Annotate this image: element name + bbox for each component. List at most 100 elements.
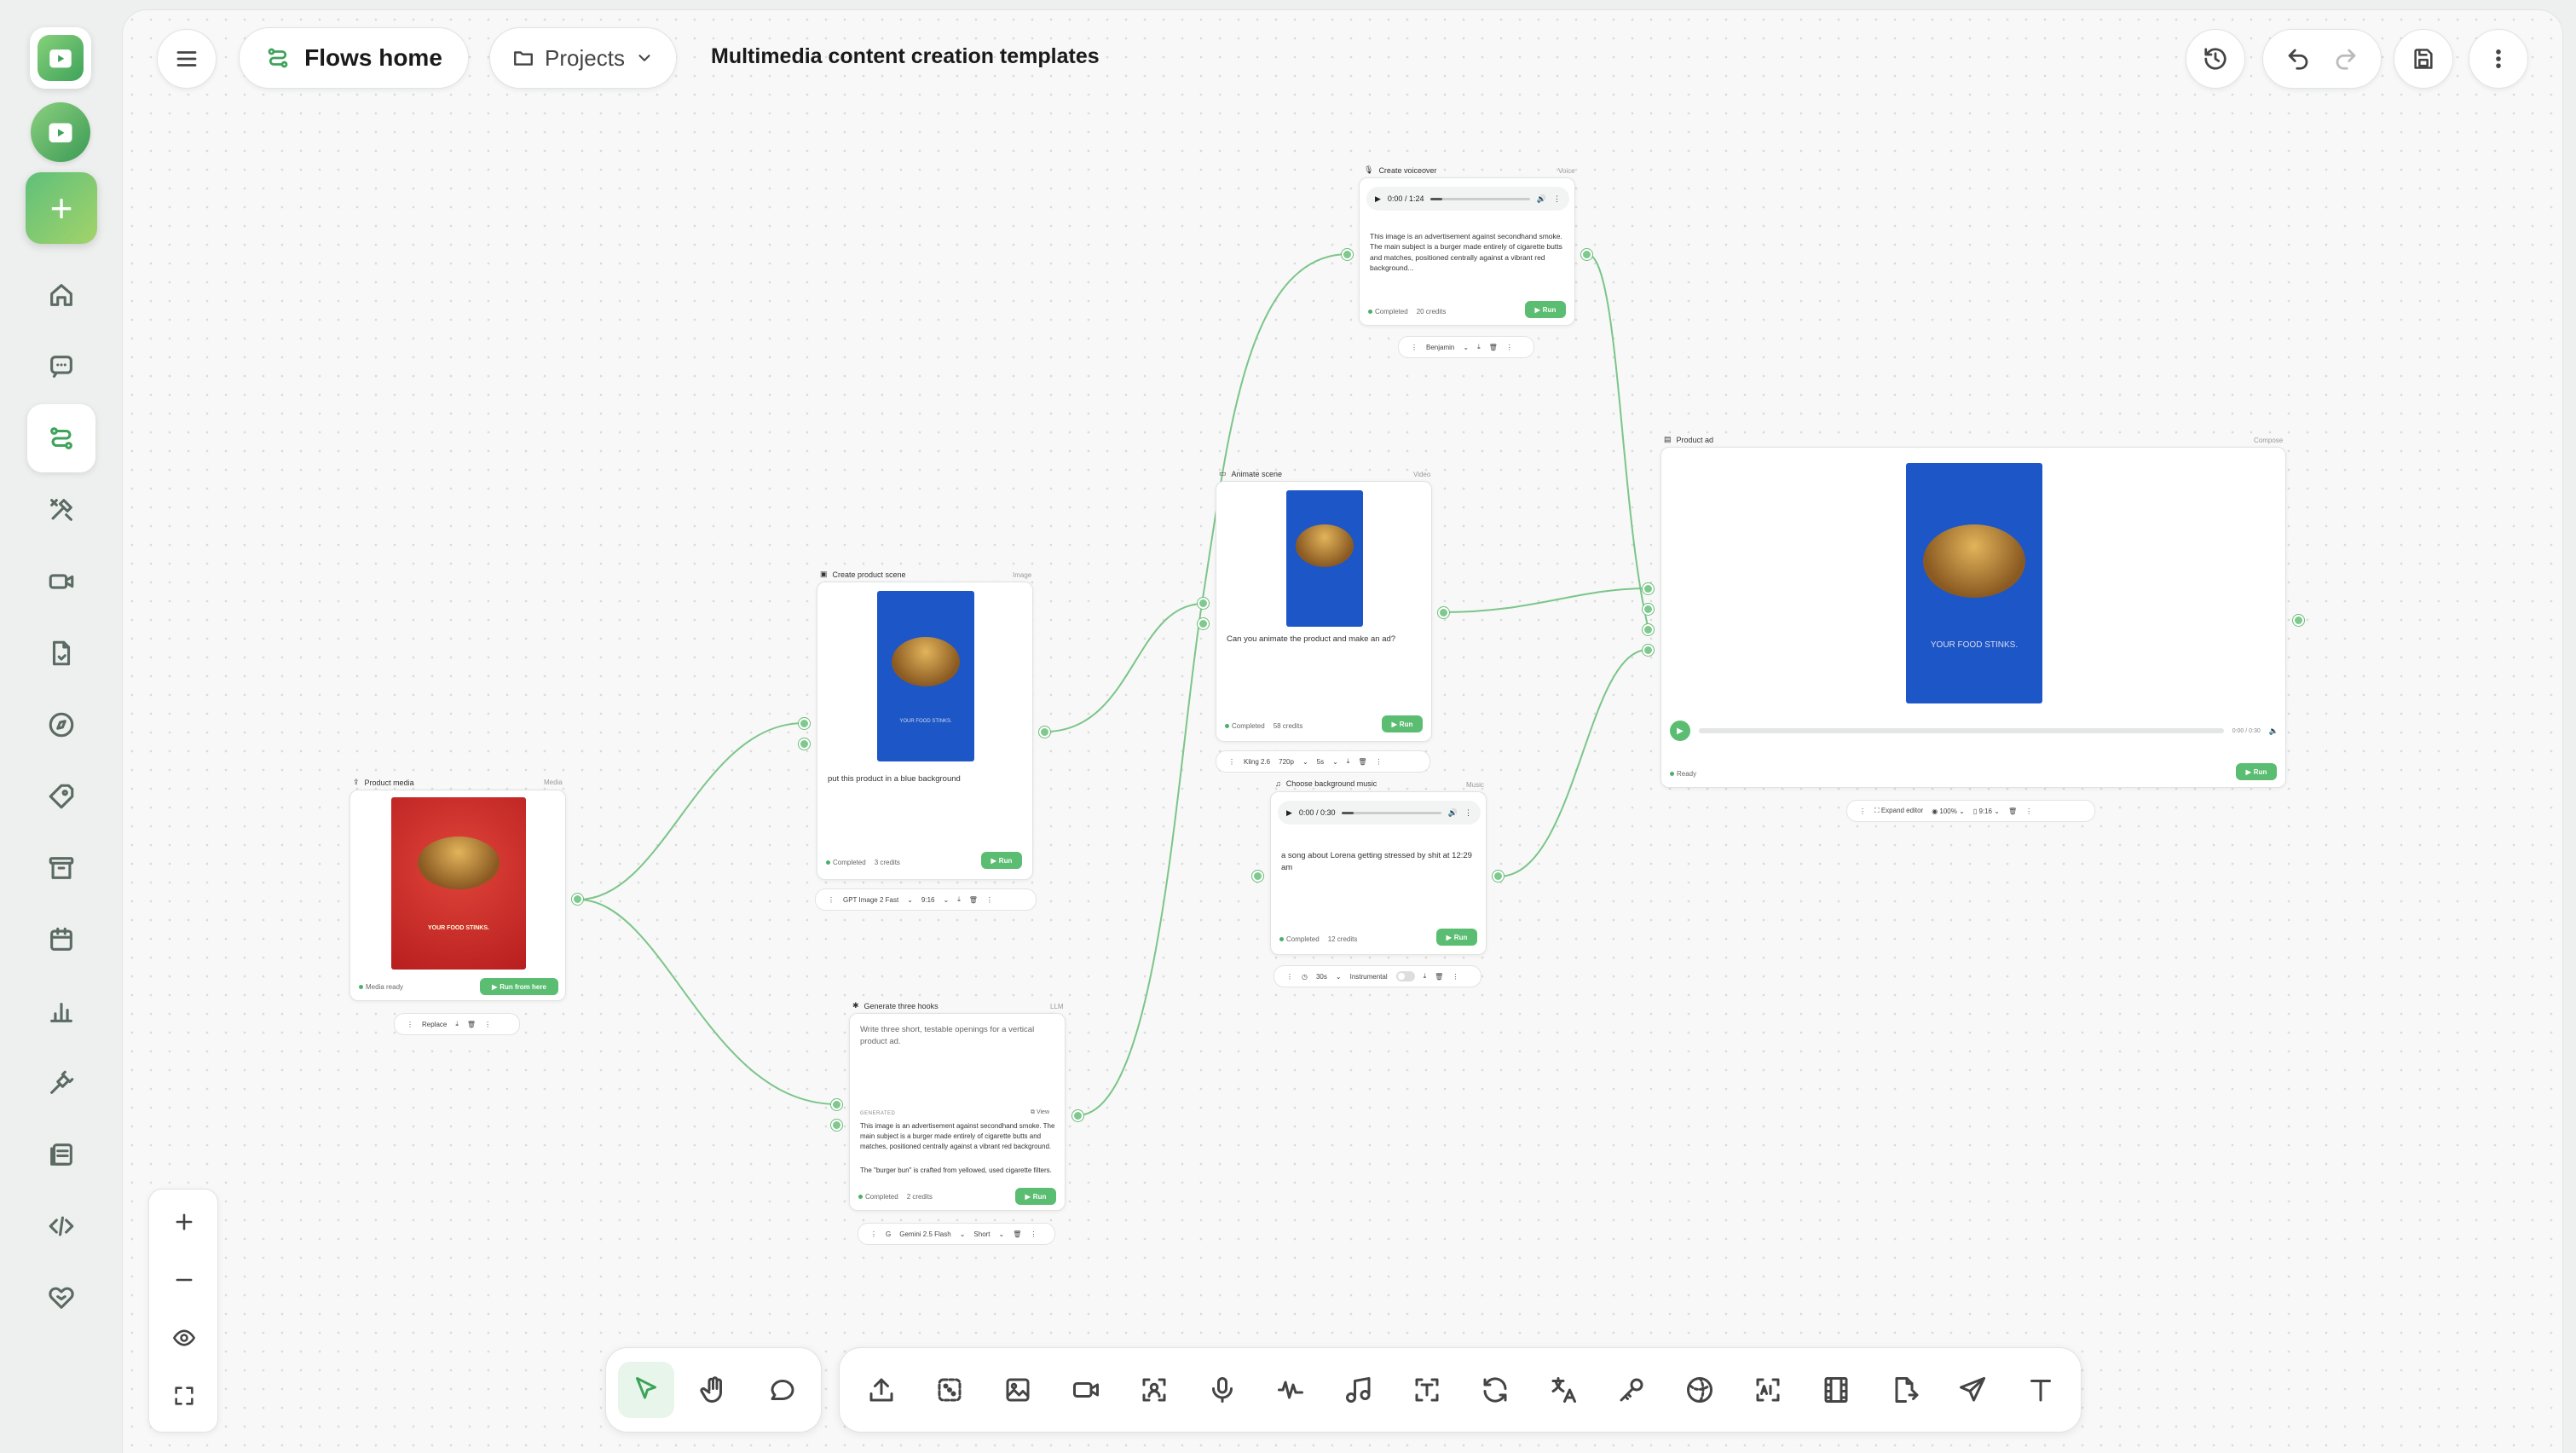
more-icon[interactable]: ⋮: [484, 1021, 491, 1028]
video-tool[interactable]: [1058, 1362, 1114, 1418]
input-port[interactable]: [1342, 249, 1353, 260]
product-media-node[interactable]: YOUR FOOD STINKS. Media ready ▶ Run from …: [349, 790, 566, 1001]
menu-button[interactable]: [157, 29, 217, 89]
background-music-node[interactable]: ▶ 0:00 / 0:30 🔊 ⋮ a song about Lorena ge…: [1270, 791, 1487, 955]
pan-tool[interactable]: [686, 1362, 742, 1418]
input-port[interactable]: [1643, 583, 1654, 594]
output-port[interactable]: [2293, 615, 2304, 626]
length-selector[interactable]: Short: [973, 1230, 990, 1238]
download-icon[interactable]: ⤓: [1347, 757, 1350, 766]
upload-tool[interactable]: [853, 1362, 910, 1418]
key-tool[interactable]: [1603, 1362, 1660, 1418]
run-button[interactable]: ▶ Run: [1525, 301, 1566, 318]
animate-scene-node[interactable]: Can you animate the product and make an …: [1216, 481, 1432, 742]
more-options-button[interactable]: [2469, 29, 2528, 89]
drag-handle-icon[interactable]: ⋮: [828, 896, 835, 904]
export-tool[interactable]: [1876, 1362, 1932, 1418]
comment-tool[interactable]: [754, 1362, 811, 1418]
view-button[interactable]: ⧉ View: [1031, 1109, 1049, 1116]
flows-home-button[interactable]: Flows home: [239, 27, 469, 89]
more-icon[interactable]: ⋮: [1452, 973, 1458, 981]
drag-handle-icon[interactable]: ⋮: [407, 1021, 413, 1028]
expand-editor-button[interactable]: ⛶ Expand editor: [1874, 807, 1923, 815]
trash-icon[interactable]: 🗑: [467, 1021, 476, 1028]
prompt-text[interactable]: Can you animate the product and make an …: [1227, 634, 1423, 645]
random-tool[interactable]: [921, 1362, 978, 1418]
trash-icon[interactable]: 🗑: [1013, 1230, 1021, 1238]
trash-icon[interactable]: 🗑: [1435, 973, 1443, 981]
create-product-scene-node[interactable]: YOUR FOOD STINKS. put this product in a …: [817, 582, 1033, 880]
model-selector[interactable]: Gemini 2.5 Flash: [899, 1230, 950, 1238]
drag-handle-icon[interactable]: ⋮: [1286, 973, 1293, 981]
generate-hooks-node[interactable]: Write three short, testable openings for…: [849, 1013, 1066, 1211]
trash-icon[interactable]: 🗑: [969, 896, 978, 904]
input-port[interactable]: [799, 738, 810, 750]
download-icon[interactable]: ⤓: [1424, 972, 1427, 981]
input-port[interactable]: [1643, 645, 1654, 656]
run-from-here-button[interactable]: ▶ Run from here: [480, 978, 558, 995]
play-button[interactable]: ▶: [1670, 721, 1690, 741]
voice-tool[interactable]: [1194, 1362, 1250, 1418]
redo-icon[interactable]: [2333, 46, 2359, 72]
select-tool[interactable]: [618, 1362, 674, 1418]
ai-detect-tool[interactable]: [1740, 1362, 1796, 1418]
run-button[interactable]: ▶ Run: [1015, 1188, 1056, 1205]
text-extract-tool[interactable]: [1399, 1362, 1455, 1418]
avatar-tool[interactable]: [1126, 1362, 1182, 1418]
audio-tool[interactable]: [1262, 1362, 1319, 1418]
prompt-text[interactable]: put this product in a blue background: [828, 773, 1024, 785]
image-tool[interactable]: [990, 1362, 1046, 1418]
output-port[interactable]: [1438, 607, 1449, 618]
output-port[interactable]: [1072, 1110, 1083, 1121]
input-port[interactable]: [1643, 604, 1654, 615]
publish-tool[interactable]: [1944, 1362, 2001, 1418]
voice-selector[interactable]: Benjamin: [1426, 344, 1454, 351]
trash-icon[interactable]: 🗑: [1489, 344, 1498, 351]
duration-selector[interactable]: 30s: [1316, 973, 1327, 981]
instrumental-toggle[interactable]: [1395, 971, 1415, 981]
film-tool[interactable]: [1808, 1362, 1864, 1418]
video-progress[interactable]: [1699, 728, 2224, 733]
undo-icon[interactable]: [2285, 46, 2311, 72]
download-icon[interactable]: ⤓: [1477, 343, 1481, 351]
audio-player[interactable]: ▶ 0:00 / 0:30 🔊 ⋮: [1278, 801, 1481, 825]
more-icon[interactable]: ⋮: [1030, 1230, 1037, 1238]
drag-handle-icon[interactable]: ⋮: [1228, 758, 1235, 766]
input-port[interactable]: [831, 1099, 842, 1110]
prompt-text[interactable]: Write three short, testable openings for…: [860, 1024, 1056, 1048]
output-port[interactable]: [1581, 249, 1592, 260]
run-button[interactable]: ▶ Run: [2236, 763, 2277, 780]
zoom-in-button[interactable]: [149, 1193, 219, 1251]
audio-player[interactable]: ▶ 0:00 / 1:24 🔊 ⋮: [1366, 187, 1569, 211]
duration-selector[interactable]: 5s: [1317, 758, 1324, 766]
replace-button[interactable]: Replace: [422, 1021, 447, 1028]
run-button[interactable]: ▶ Run: [1436, 929, 1477, 946]
audio-progress[interactable]: [1430, 197, 1530, 200]
play-icon[interactable]: ▶: [1286, 808, 1292, 818]
run-button[interactable]: ▶ Run: [1382, 715, 1423, 732]
drag-handle-icon[interactable]: ⋮: [1411, 344, 1418, 351]
product-ad-node[interactable]: YOUR FOOD STINKS. ▶ 0:00 / 0:30 🔈 Ready …: [1661, 447, 2286, 788]
music-tool[interactable]: [1331, 1362, 1387, 1418]
input-port[interactable]: [1643, 624, 1654, 635]
input-port[interactable]: [1198, 618, 1209, 629]
output-port[interactable]: [572, 894, 583, 905]
input-port[interactable]: [1198, 598, 1209, 609]
zoom-selector[interactable]: ◉ 100% ⌄: [1932, 808, 1965, 815]
projects-dropdown[interactable]: Projects: [489, 27, 677, 89]
zoom-out-button[interactable]: [149, 1251, 219, 1309]
trash-icon[interactable]: 🗑: [1358, 758, 1366, 766]
more-icon[interactable]: ⋮: [1464, 808, 1472, 818]
video-thumbnail[interactable]: [1286, 490, 1363, 627]
input-port[interactable]: [831, 1120, 842, 1131]
model-selector[interactable]: GPT Image 2 Fast: [843, 896, 898, 904]
input-port[interactable]: [799, 718, 810, 729]
more-icon[interactable]: ⋮: [986, 896, 993, 904]
more-icon[interactable]: ⋮: [1553, 194, 1561, 204]
transform-tool[interactable]: [1467, 1362, 1523, 1418]
fit-screen-button[interactable]: [149, 1367, 219, 1425]
prompt-text[interactable]: a song about Lorena getting stressed by …: [1281, 850, 1477, 874]
output-port[interactable]: [1039, 726, 1050, 738]
output-port[interactable]: [1493, 871, 1504, 882]
more-icon[interactable]: ⋮: [1376, 758, 1383, 766]
